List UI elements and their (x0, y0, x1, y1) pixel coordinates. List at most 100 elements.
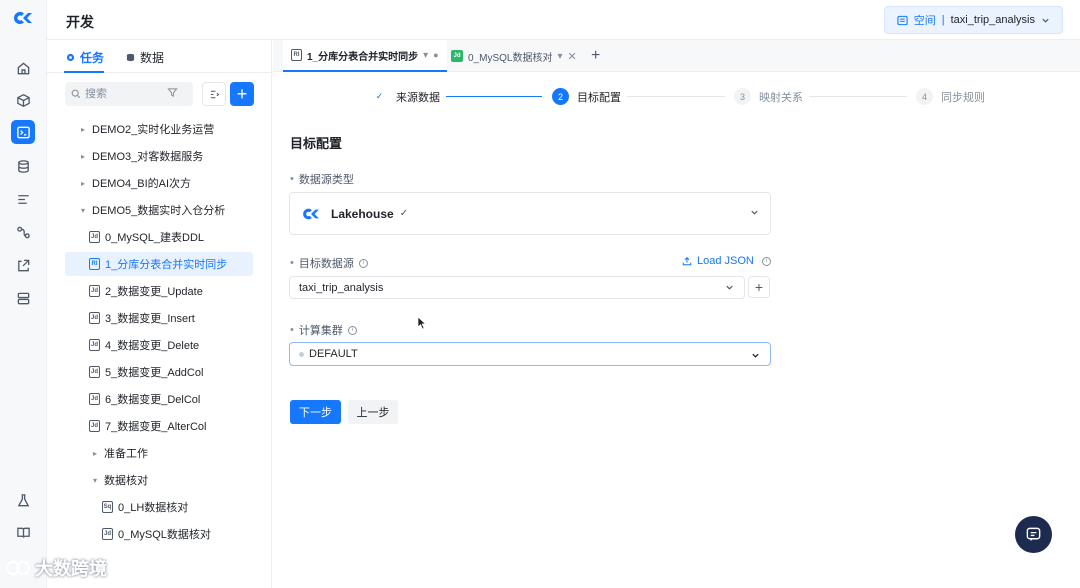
cluster-value: DEFAULT (309, 348, 358, 360)
tab-tasks-label: 任务 (80, 51, 105, 65)
status-dot-icon (299, 351, 304, 357)
file-type-icon: Jd (89, 393, 100, 405)
info-icon[interactable]: i (761, 256, 771, 266)
file-type-icon: Jd (89, 339, 100, 351)
tree-item-label: 0_MySQL_建表DDL (105, 232, 205, 244)
step-target[interactable]: 2 目标配置 (552, 88, 621, 105)
database-icon[interactable] (11, 154, 35, 178)
cluster-select[interactable]: DEFAULT (289, 342, 771, 366)
bullet-icon: • (290, 324, 294, 336)
tasks-icon (66, 53, 75, 62)
editor-tab[interactable]: Jd 0_MySQL数据核对 ▾ ✕ (443, 40, 585, 72)
file-type-icon: Jd (89, 366, 100, 378)
tree-folder[interactable]: ▸ 准备工作 (93, 441, 148, 465)
flask-icon[interactable] (11, 488, 35, 512)
tree-file[interactable]: Jd 0_MySQL_建表DDL (89, 225, 204, 249)
tree-folder[interactable]: ▸ DEMO2_实时化业务运营 (81, 117, 214, 141)
step-source[interactable]: ✓ 来源数据 (371, 88, 440, 105)
editor-tab-label: 1_分库分表合并实时同步 (307, 51, 419, 63)
caret-down-icon[interactable]: ▾ (93, 476, 99, 485)
tree-file[interactable]: Jd 4_数据变更_Delete (89, 333, 199, 357)
caret-right-icon[interactable]: ▸ (81, 179, 87, 188)
tree-item-label: DEMO3_对客数据服务 (92, 151, 204, 163)
info-icon[interactable]: i (358, 258, 368, 268)
tree-item-label: 7_数据变更_AlterCol (105, 421, 207, 433)
tree-item-label: 6_数据变更_DelCol (105, 394, 201, 406)
plus-icon: + (754, 279, 764, 295)
field-label: 目标数据源 (298, 258, 354, 270)
tree-folder[interactable]: ▾ DEMO5_数据实时入仓分析 (81, 198, 225, 222)
tree-item-label: 4_数据变更_Delete (105, 340, 200, 352)
tree-folder[interactable]: ▸ DEMO3_对客数据服务 (81, 144, 203, 168)
load-json-label: Load JSON (697, 255, 754, 267)
tab-data[interactable]: 数据 (126, 49, 164, 66)
target-source-value: taxi_trip_analysis (299, 281, 384, 294)
tree-file[interactable]: Jd 3_数据变更_Insert (89, 306, 195, 330)
check-icon: ✓ (399, 208, 409, 219)
watermark-text: 大数跨境 (35, 559, 107, 579)
tree-item-label: 0_MySQL数据核对 (118, 529, 211, 541)
space-picker[interactable]: 空间 | taxi_trip_analysis (883, 6, 1063, 34)
panel-tabs: 任务 数据 (47, 40, 272, 73)
terminal-icon[interactable] (11, 120, 35, 144)
export-icon[interactable] (11, 253, 35, 277)
jd-file-icon: Jd (451, 50, 463, 62)
top-bar: 开发 空间 | taxi_trip_analysis (47, 0, 1080, 40)
tree-file[interactable]: RI 1_分库分表合并实时同步 (65, 252, 253, 276)
space-label: 空间 (913, 15, 936, 27)
search-input[interactable] (85, 88, 161, 100)
cube-icon[interactable] (11, 88, 35, 112)
caret-right-icon[interactable]: ▸ (93, 449, 99, 458)
tree-item-label: 1_分库分表合并实时同步 (105, 259, 228, 271)
tree-folder[interactable]: ▸ DEMO4_BI的AI次方 (81, 171, 191, 195)
caret-right-icon[interactable]: ▸ (81, 152, 87, 161)
tree-item-label: 2_数据变更_Update (105, 286, 203, 298)
tree-file[interactable]: Jd 5_数据变更_AddCol (89, 360, 203, 384)
next-step-button[interactable]: 下一步 (290, 400, 341, 424)
file-type-icon: Jd (89, 420, 100, 432)
tree-file[interactable]: Jd 7_数据变更_AlterCol (89, 414, 206, 438)
section-title: 目标配置 (290, 136, 343, 151)
book-icon[interactable] (11, 520, 35, 544)
realtime-sync-file-icon: RI (291, 49, 302, 61)
tree-file[interactable]: Jd 6_数据变更_DelCol (89, 387, 200, 411)
prev-step-button[interactable]: 上一步 (348, 400, 398, 424)
tab-menu-caret-icon[interactable]: ▾ (423, 50, 428, 61)
tree-file[interactable]: Jd 0_MySQL数据核对 (102, 522, 211, 546)
datasource-type-label: • 数据源类型 (290, 171, 354, 187)
plus-icon: + (236, 84, 248, 104)
tree-file[interactable]: Sq 0_LH数据核对 (102, 495, 188, 519)
add-datasource-button[interactable]: + (748, 276, 770, 298)
caret-down-icon[interactable]: ▾ (81, 206, 87, 215)
close-tab-icon[interactable]: ✕ (568, 50, 577, 63)
field-label: 计算集群 (298, 325, 343, 337)
task-panel: 任务 数据 + ▸ DEMO2_实时化业务运营 ▸ DEMO3_对客数据服务 ▸ DEMO… (47, 40, 272, 588)
info-icon[interactable]: i (347, 325, 357, 335)
server-icon[interactable] (11, 286, 35, 310)
step-mapping[interactable]: 3 映射关系 (734, 88, 803, 105)
chat-assistant-button[interactable] (1015, 516, 1052, 553)
new-tab-icon[interactable]: + (591, 47, 600, 65)
home-icon[interactable] (11, 56, 35, 80)
app-logo-icon[interactable] (12, 10, 34, 29)
add-task-button[interactable]: + (230, 82, 254, 106)
file-type-icon: Jd (89, 312, 100, 324)
tree-folder[interactable]: ▾ 数据核对 (93, 468, 148, 492)
datasource-type-select[interactable]: Lakehouse ✓ (289, 192, 771, 235)
list-icon[interactable] (11, 187, 35, 211)
tab-tasks[interactable]: 任务 (66, 49, 104, 66)
filter-icon[interactable] (167, 87, 178, 101)
bullet-icon: • (290, 257, 294, 269)
step-sync-rules[interactable]: 4 同步规则 (916, 88, 985, 105)
chevron-down-icon (750, 208, 759, 219)
tab-menu-caret-icon[interactable]: ▾ (557, 51, 562, 62)
collapse-tree-button[interactable] (202, 82, 226, 106)
space-value: taxi_trip_analysis (950, 14, 1035, 26)
load-json-link[interactable]: Load JSON i (682, 255, 771, 267)
flow-icon[interactable] (11, 220, 35, 244)
chevron-down-icon (725, 283, 734, 294)
tree-file[interactable]: Jd 2_数据变更_Update (89, 279, 203, 303)
target-source-select[interactable]: taxi_trip_analysis (289, 276, 745, 299)
editor-tab-active[interactable]: RI 1_分库分表合并实时同步 ▾ ● (283, 40, 447, 72)
caret-right-icon[interactable]: ▸ (81, 125, 87, 134)
